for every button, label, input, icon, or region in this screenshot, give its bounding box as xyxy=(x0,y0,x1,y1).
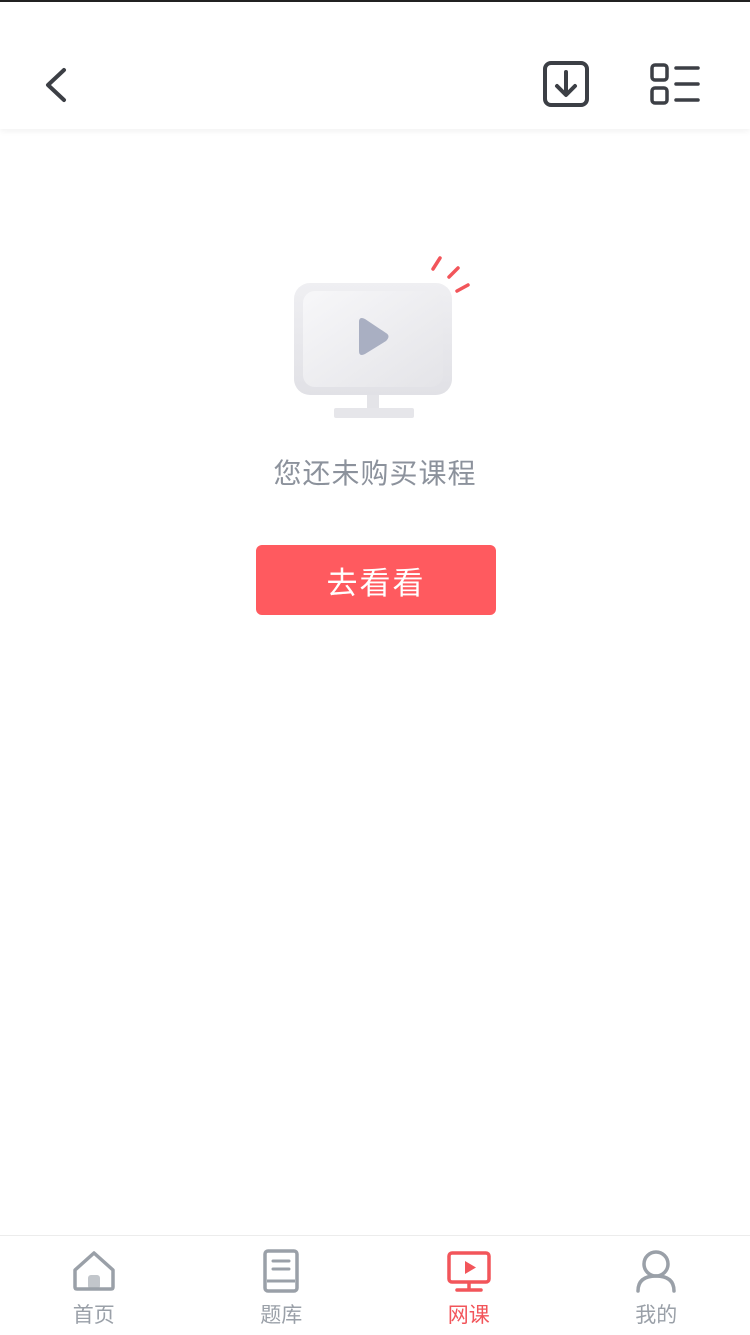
empty-state-message: 您还未购买课程 xyxy=(0,452,750,492)
tab-mine-label: 我的 xyxy=(563,1299,750,1329)
tab-mine[interactable]: 我的 xyxy=(563,1236,750,1335)
home-icon xyxy=(71,1248,117,1294)
empty-state-illustration xyxy=(285,250,475,425)
course-list-menu-button[interactable] xyxy=(646,60,704,112)
video-course-icon xyxy=(446,1248,492,1294)
tab-home[interactable]: 首页 xyxy=(0,1236,188,1335)
navigation-header xyxy=(0,2,750,129)
tab-home-label: 首页 xyxy=(0,1299,188,1329)
download-button[interactable] xyxy=(540,58,594,112)
book-icon xyxy=(258,1248,304,1294)
chevron-left-icon xyxy=(30,54,84,114)
tab-question-bank-label: 题库 xyxy=(188,1299,376,1329)
bottom-tab-bar: 首页 题库 网课 我的 xyxy=(0,1235,750,1335)
list-grid-icon xyxy=(646,60,704,112)
back-button[interactable] xyxy=(30,54,84,114)
tab-online-course-label: 网课 xyxy=(375,1299,563,1329)
tv-play-icon xyxy=(285,250,475,425)
browse-courses-button[interactable]: 去看看 xyxy=(256,545,496,615)
tab-question-bank[interactable]: 题库 xyxy=(188,1236,376,1335)
user-icon xyxy=(633,1248,679,1294)
tab-online-course[interactable]: 网课 xyxy=(375,1236,563,1335)
download-icon xyxy=(540,58,594,112)
